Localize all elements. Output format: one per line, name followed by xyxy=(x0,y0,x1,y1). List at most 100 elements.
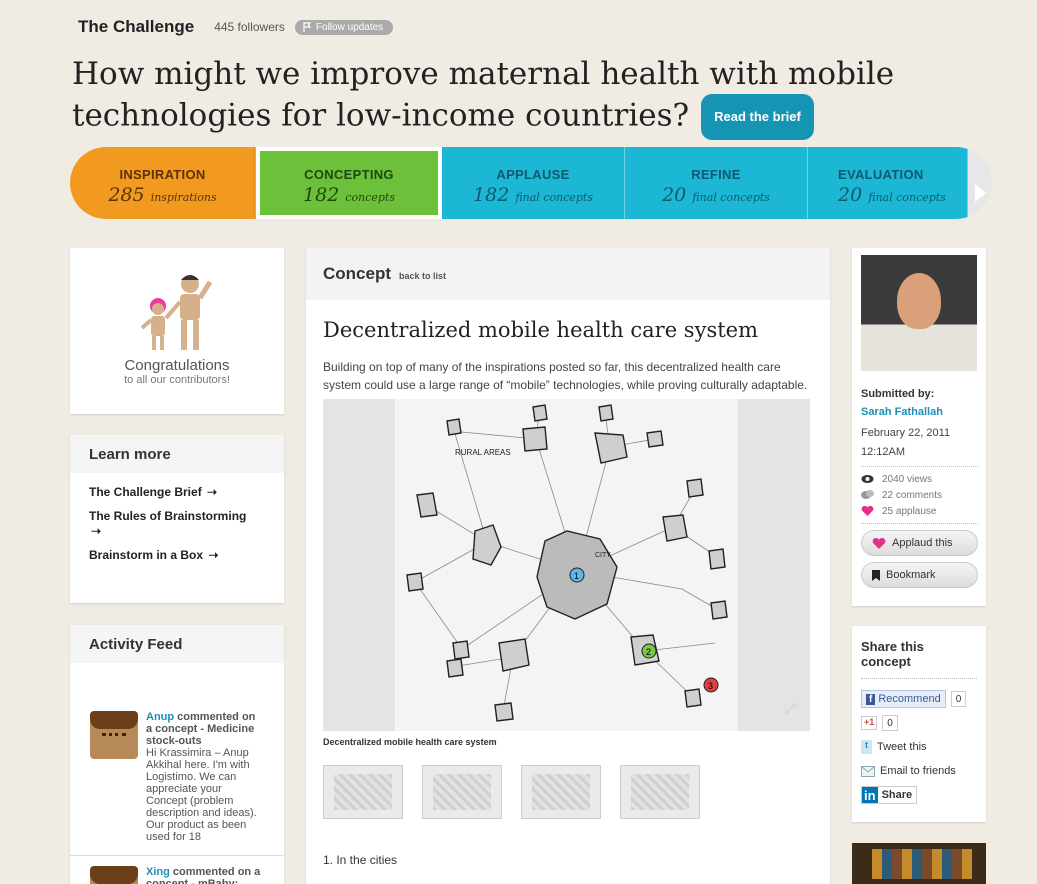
time-text: 12:12AM xyxy=(861,446,906,458)
facebook-row: f Recommend 0 xyxy=(861,690,977,708)
linkedin-row[interactable]: in Share xyxy=(861,786,977,804)
gplus-count: 0 xyxy=(882,715,898,731)
stage-refine[interactable]: REFINE 20 final concepts xyxy=(625,147,808,219)
date-text: February 22, 2011 xyxy=(861,427,951,439)
expand-icon[interactable]: ⤢ xyxy=(785,700,796,717)
learn-more-box: Learn more The Challenge Brief ➝ The Rul… xyxy=(70,435,284,603)
concept-title: Decentralized mobile health care system xyxy=(323,318,759,342)
link-label: The Challenge Brief xyxy=(89,485,202,499)
applause-count: 25 applause xyxy=(882,505,937,517)
submitted-label: Submitted by: xyxy=(861,388,935,400)
stage-unit: final concepts xyxy=(868,191,946,204)
stage-concepting[interactable]: CONCEPTING 182 concepts xyxy=(256,147,442,219)
image-caption: Decentralized mobile health care system xyxy=(323,737,497,747)
stage-unit: final concepts xyxy=(692,191,770,204)
stage-count: 20 final concepts xyxy=(625,184,807,206)
tweet-label: Tweet this xyxy=(877,741,927,753)
divider xyxy=(861,466,978,467)
arrow-right-icon: ➝ xyxy=(207,485,218,499)
concept-heading: Concept xyxy=(323,264,391,283)
concept-list-item: 1. In the cities xyxy=(323,853,398,867)
challenge-header: The Challenge 445 followers Follow updat… xyxy=(78,16,394,38)
stage-number: 20 xyxy=(662,184,687,206)
thumbnail[interactable] xyxy=(422,765,502,819)
congrats-box: Congratulations to all our contributors! xyxy=(70,248,284,414)
applause-stat: 25 applause xyxy=(861,503,978,519)
flag-icon xyxy=(303,22,312,32)
stage-count: 285 inspirations xyxy=(70,184,255,206)
heart-icon xyxy=(861,506,874,516)
applaud-button[interactable]: Applaud this xyxy=(861,530,978,556)
author-box: Submitted by: Sarah Fathallah February 2… xyxy=(852,248,986,606)
sketch-marker-2: 2 xyxy=(646,647,651,657)
thumbnail[interactable] xyxy=(521,765,601,819)
facebook-label: Recommend xyxy=(878,693,941,705)
stage-next-button[interactable] xyxy=(968,147,992,219)
link-challenge-brief[interactable]: The Challenge Brief ➝ xyxy=(89,485,265,500)
stage-inspiration[interactable]: INSPIRATION 285 inspirations xyxy=(70,147,256,219)
activity-text: Anup commented on a concept - Medicine s… xyxy=(146,711,264,843)
sketch-label-city: CITY xyxy=(595,552,611,559)
activity-text: Xing commented on a concept - mBaby: Mak… xyxy=(146,866,264,884)
arrow-right-icon: ➝ xyxy=(91,524,102,538)
submitted-date: February 22, 2011 12:12AM xyxy=(861,424,978,462)
facebook-icon: f xyxy=(866,693,876,705)
read-brief-button[interactable]: Read the brief xyxy=(701,94,814,140)
views-stat: 2040 views xyxy=(861,471,978,487)
sketch-marker-1: 1 xyxy=(574,571,579,581)
stage-name: CONCEPTING xyxy=(304,167,394,182)
linkedin-label: Share xyxy=(881,789,913,801)
learn-more-title: Learn more xyxy=(70,435,284,473)
thumbnail[interactable] xyxy=(620,765,700,819)
followers-count: 445 followers xyxy=(214,20,285,34)
twitter-icon: t xyxy=(861,740,872,754)
bookmark-label: Bookmark xyxy=(886,569,936,581)
link-brainstorm-box[interactable]: Brainstorm in a Box ➝ xyxy=(89,548,265,563)
stage-name: EVALUATION xyxy=(838,167,924,182)
avatar[interactable] xyxy=(90,866,138,884)
stage-applause[interactable]: APPLAUSE 182 final concepts xyxy=(442,147,625,219)
linkedin-share-button[interactable]: in Share xyxy=(861,786,918,804)
email-icon xyxy=(861,765,875,777)
stage-count: 20 final concepts xyxy=(838,184,967,206)
stage-number: 20 xyxy=(838,184,863,206)
activity-feed-title: Activity Feed xyxy=(70,625,284,663)
comments-stat: 22 comments xyxy=(861,487,978,503)
bookmark-button[interactable]: Bookmark xyxy=(861,562,978,588)
share-box: Share this concept f Recommend 0 +1 0 t T… xyxy=(852,626,986,822)
applaud-label: Applaud this xyxy=(892,537,953,549)
stage-name: REFINE xyxy=(691,167,741,182)
link-rules-brainstorming[interactable]: The Rules of Brainstorming ➝ xyxy=(89,509,265,539)
follow-updates-button[interactable]: Follow updates xyxy=(294,19,394,35)
challenge-label[interactable]: The Challenge xyxy=(78,17,194,37)
challenge-question: How might we improve maternal health wit… xyxy=(72,54,972,140)
avatar[interactable] xyxy=(90,711,138,759)
facebook-recommend-button[interactable]: f Recommend xyxy=(861,690,946,708)
gplus-row: +1 0 xyxy=(861,715,977,731)
back-to-list-link[interactable]: back to list xyxy=(399,271,446,281)
tweet-row[interactable]: t Tweet this xyxy=(861,739,977,755)
concept-description: Building on top of many of the inspirati… xyxy=(323,360,808,392)
promo-banner[interactable] xyxy=(852,843,986,884)
stage-name: INSPIRATION xyxy=(119,167,206,182)
thumbnail[interactable] xyxy=(323,765,403,819)
activity-feed: Activity Feed Anup commented on a concep… xyxy=(70,625,284,884)
activity-user[interactable]: Anup xyxy=(146,711,174,723)
eye-icon xyxy=(861,475,874,483)
image-thumbnails xyxy=(323,765,830,819)
stage-unit: final concepts xyxy=(515,191,593,204)
email-row[interactable]: Email to friends xyxy=(861,763,977,779)
contributors-illustration xyxy=(140,275,213,350)
author-name[interactable]: Sarah Fathallah xyxy=(861,406,978,418)
arrow-right-icon: ➝ xyxy=(208,548,219,562)
stage-evaluation[interactable]: EVALUATION 20 final concepts xyxy=(808,147,968,219)
activity-user[interactable]: Xing xyxy=(146,866,170,878)
concept-header: Concept back to list xyxy=(306,248,830,300)
link-label: Brainstorm in a Box xyxy=(89,548,204,562)
heart-icon xyxy=(872,537,886,549)
gplus-button[interactable]: +1 xyxy=(861,716,878,730)
stage-progress-bar: INSPIRATION 285 inspirations CONCEPTING … xyxy=(70,147,992,219)
views-count: 2040 views xyxy=(882,473,933,485)
author-photo[interactable] xyxy=(861,255,977,371)
concept-main-image[interactable]: RURAL AREAS CITY 1 2 3 ⤢ xyxy=(323,399,810,731)
